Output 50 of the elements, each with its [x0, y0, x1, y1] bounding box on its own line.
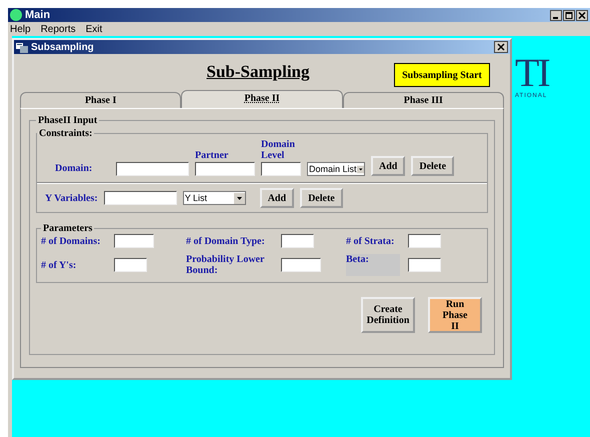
- logo-text: TI: [515, 54, 549, 92]
- field-label: Domain Level: [261, 139, 296, 161]
- action-button[interactable]: Add: [260, 188, 294, 208]
- dialog-title: Subsampling: [31, 42, 95, 52]
- window-icon: [16, 42, 28, 52]
- field-label: # of Domain Type:: [186, 236, 266, 246]
- action-button[interactable]: Create Definition: [361, 297, 415, 333]
- maximize-icon[interactable]: [563, 10, 575, 20]
- menu-item[interactable]: Reports: [40, 24, 76, 34]
- input-field[interactable]: [408, 258, 441, 272]
- field-label: # of Strata:: [346, 236, 396, 246]
- minimize-icon[interactable]: [550, 10, 562, 20]
- group-title: Constraints:: [38, 128, 94, 139]
- caret-icon: [234, 192, 245, 204]
- field-label: Domain:: [55, 163, 94, 174]
- menu-item[interactable]: Help: [10, 24, 31, 34]
- input-field[interactable]: [281, 234, 314, 248]
- menu-item[interactable]: Exit: [86, 24, 102, 34]
- close-icon[interactable]: [494, 41, 508, 53]
- input-field[interactable]: [104, 191, 177, 205]
- field-label: Y Variables:: [45, 192, 98, 204]
- input-field[interactable]: [408, 234, 441, 248]
- field-label: Partner: [195, 150, 230, 161]
- input-field[interactable]: [261, 162, 301, 176]
- input-field[interactable]: [114, 258, 147, 272]
- field-label: # of Y's:: [41, 260, 78, 270]
- group-title: PhaseII Input: [37, 115, 98, 126]
- tab[interactable]: Phase I: [20, 92, 182, 108]
- dialog-heading: Sub-Sampling: [206, 62, 310, 82]
- input-field[interactable]: [114, 234, 154, 248]
- tab[interactable]: Phase II: [181, 90, 343, 108]
- field-label: # of Domains:: [41, 236, 102, 246]
- dropdown[interactable]: Y List: [182, 191, 246, 205]
- window-title: Main: [25, 9, 52, 21]
- input-field[interactable]: [281, 258, 321, 272]
- app-icon: [10, 9, 22, 21]
- dropdown[interactable]: Domain List: [307, 162, 365, 176]
- field-label: Probability Lower Bound:: [186, 254, 266, 276]
- field-label: Beta:: [346, 254, 400, 276]
- action-button[interactable]: Add: [371, 156, 406, 176]
- caret-icon: [356, 164, 364, 174]
- input-field[interactable]: [116, 162, 189, 176]
- tab[interactable]: Phase III: [342, 92, 504, 108]
- action-button[interactable]: Delete: [300, 188, 343, 208]
- group-title: Parameters: [42, 223, 94, 234]
- input-field[interactable]: [195, 162, 255, 176]
- close-icon[interactable]: [576, 10, 588, 20]
- action-button[interactable]: Delete: [411, 156, 454, 176]
- start-button[interactable]: Subsampling Start: [394, 63, 490, 87]
- action-button[interactable]: Run Phase II: [428, 297, 482, 333]
